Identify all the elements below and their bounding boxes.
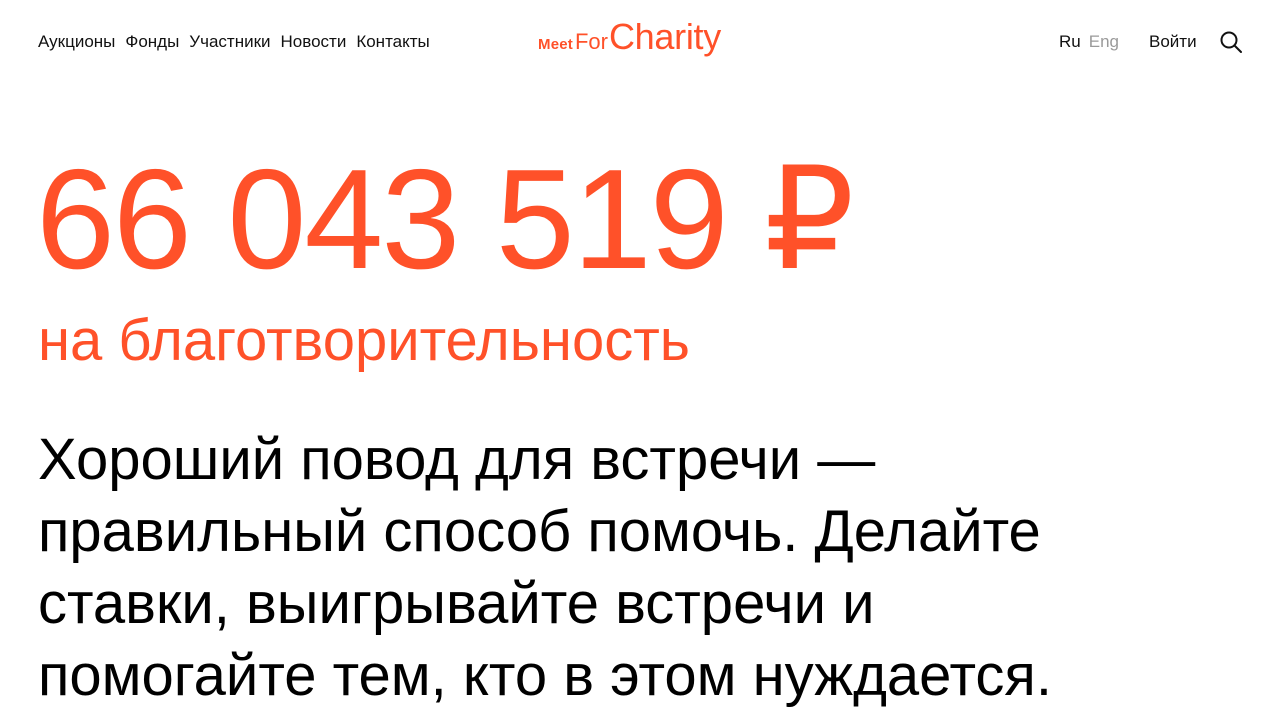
page: Аукционы Фонды Участники Новости Контакт… (0, 0, 1280, 720)
login-button[interactable]: Войти (1149, 33, 1197, 51)
logo-charity: Charity (608, 16, 721, 57)
nav-item-participants[interactable]: Участники (189, 33, 270, 51)
site-header: Аукционы Фонды Участники Новости Контакт… (0, 0, 1280, 84)
main-nav: Аукционы Фонды Участники Новости Контакт… (38, 33, 430, 51)
nav-item-auctions[interactable]: Аукционы (38, 33, 115, 51)
donation-subtitle: на благотворительность (38, 308, 690, 373)
nav-item-news[interactable]: Новости (281, 33, 347, 51)
language-switcher: Ru Eng (1059, 33, 1119, 51)
logo-for: For (574, 29, 608, 54)
lead-line: правильный способ помочь. Делайте (38, 499, 1041, 564)
lang-ru[interactable]: Ru (1059, 33, 1081, 51)
lead-line: ставки, выигрывайте встречи и (38, 571, 875, 636)
nav-item-funds[interactable]: Фонды (125, 33, 179, 51)
hero-lead-text: Хороший повод для встречи — правильный с… (38, 424, 1248, 712)
donation-total: 66 043 519 ₽ (36, 140, 854, 299)
lang-eng[interactable]: Eng (1089, 33, 1119, 51)
search-icon[interactable] (1219, 30, 1243, 54)
site-logo[interactable]: Meet For Charity (538, 16, 721, 58)
lead-line: помогайте тем, кто в этом нуждается. (38, 643, 1052, 708)
nav-item-contacts[interactable]: Контакты (356, 33, 429, 51)
lead-line: Хороший повод для встречи — (38, 427, 876, 492)
logo-meet: Meet (538, 36, 573, 53)
